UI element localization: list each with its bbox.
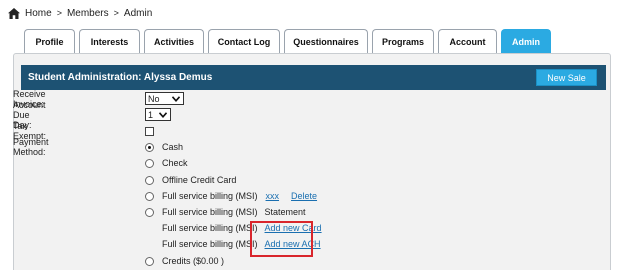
payment-option-credits: Credits ($0.00 )	[145, 254, 224, 268]
account-due-day-value: 1	[148, 109, 154, 120]
receive-invoice-value: No	[148, 93, 160, 104]
tab-bar: Profile Interests Activities Contact Log…	[24, 29, 555, 54]
account-due-day-select[interactable]: 1	[145, 108, 171, 121]
breadcrumb-home[interactable]: Home	[25, 8, 52, 19]
fsb-label: Full service billing (MSI)	[162, 191, 258, 201]
tab-questionnaires[interactable]: Questionnaires	[284, 29, 368, 54]
breadcrumb-separator: >	[56, 8, 62, 18]
payment-method-label: Payment Method:	[13, 137, 49, 157]
tab-admin[interactable]: Admin	[501, 29, 551, 54]
payment-option-cash: Cash	[145, 140, 183, 154]
offline-credit-card-radio[interactable]	[145, 175, 154, 185]
delete-link[interactable]: Delete	[291, 191, 317, 201]
fsb-xxx-radio[interactable]	[145, 191, 154, 201]
check-label: Check	[162, 158, 188, 168]
breadcrumb-current: Admin	[123, 7, 153, 19]
home-icon[interactable]	[8, 7, 20, 19]
panel-header: Student Administration: Alyssa Demus New…	[21, 65, 606, 90]
fsb-label: Full service billing (MSI)	[162, 223, 258, 233]
highlight-box	[250, 221, 313, 257]
tax-exempt-checkbox[interactable]	[145, 127, 154, 136]
chevron-down-icon	[172, 96, 180, 102]
offline-credit-card-label: Offline Credit Card	[162, 175, 237, 185]
xxx-link[interactable]: xxx	[266, 191, 280, 201]
tab-interests[interactable]: Interests	[79, 29, 140, 54]
cash-radio[interactable]	[145, 142, 154, 152]
payment-option-check: Check	[145, 156, 188, 170]
breadcrumb-members[interactable]: Members	[67, 8, 109, 19]
credits-radio[interactable]	[145, 256, 154, 266]
fsb-label: Full service billing (MSI)	[162, 239, 258, 249]
new-sale-button[interactable]: New Sale	[536, 69, 597, 86]
tab-contact-log[interactable]: Contact Log	[208, 29, 280, 54]
payment-option-fsb-statement: Full service billing (MSI) Statement	[145, 205, 306, 219]
tab-activities[interactable]: Activities	[144, 29, 204, 54]
check-radio[interactable]	[145, 158, 154, 168]
receive-invoice-select[interactable]: No	[145, 92, 184, 105]
breadcrumb-separator: >	[113, 8, 119, 18]
credits-label: Credits ($0.00 )	[162, 256, 225, 266]
breadcrumb: Home > Members > Admin	[8, 6, 152, 20]
payment-option-offline-card: Offline Credit Card	[145, 173, 236, 187]
payment-option-fsb-xxx: Full service billing (MSI) xxx Delete	[145, 189, 317, 203]
fsb-label: Full service billing (MSI)	[162, 207, 258, 217]
tab-programs[interactable]: Programs	[372, 29, 434, 54]
cash-label: Cash	[162, 142, 184, 152]
statement-text: Statement	[264, 207, 306, 217]
panel-title: Student Administration: Alyssa Demus	[28, 72, 213, 83]
chevron-down-icon	[159, 112, 167, 118]
fsb-statement-radio[interactable]	[145, 207, 154, 217]
tab-profile[interactable]: Profile	[24, 29, 75, 54]
tab-account[interactable]: Account	[438, 29, 497, 54]
